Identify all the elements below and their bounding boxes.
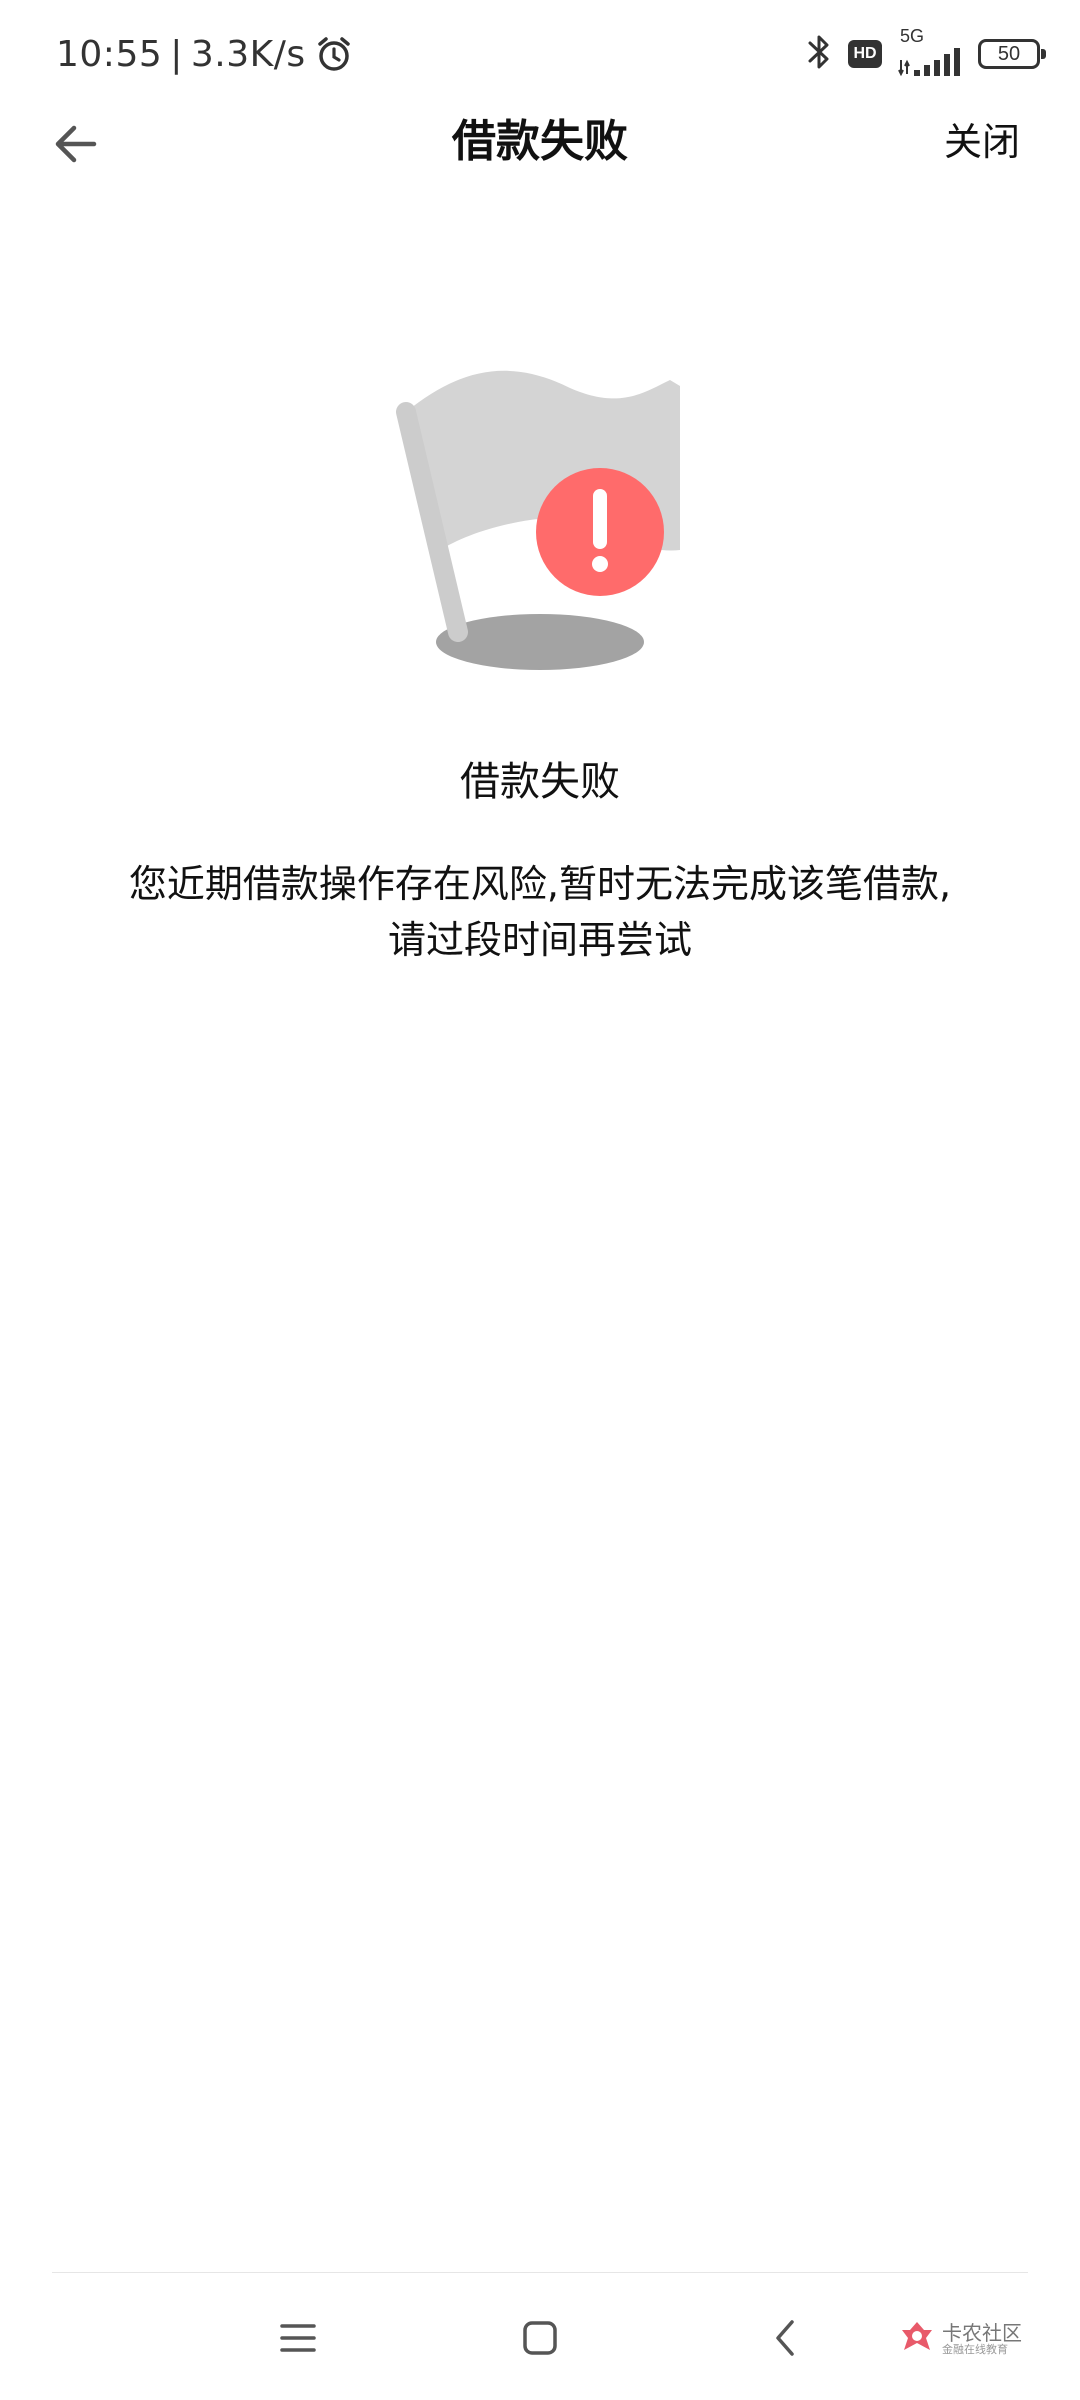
net-speed: 3.3K/s xyxy=(190,33,306,75)
status-left: 10:55 | 3.3K/s xyxy=(56,26,354,82)
battery-icon: 50 xyxy=(978,39,1046,69)
menu-button[interactable] xyxy=(266,2308,330,2372)
result-title: 借款失败 xyxy=(460,759,620,805)
status-time: 10:55 xyxy=(56,33,163,75)
battery-level: 50 xyxy=(997,42,1021,65)
system-back-button[interactable] xyxy=(754,2308,818,2372)
watermark: 卡农社区 金融在线教育 xyxy=(900,2320,1022,2358)
alarm-icon xyxy=(314,34,354,74)
result-message-line-1: 您近期借款操作存在风险,暂时无法完成该笔借款, xyxy=(128,862,952,906)
watermark-main: 卡农社区 xyxy=(942,2320,1022,2345)
system-nav-bar: 卡农社区 金融在线教育 xyxy=(0,2290,1080,2390)
bluetooth-icon xyxy=(806,32,832,76)
watermark-text: 卡农社区 金融在线教育 xyxy=(942,2320,1022,2356)
home-icon xyxy=(520,2318,560,2362)
status-right: HD 5G 50 xyxy=(806,26,1046,80)
back-icon xyxy=(766,2318,806,2362)
status-bar: 10:55 | 3.3K/s HD 5G 50 xyxy=(0,0,1080,100)
nav-bar: 借款失败 关闭 xyxy=(0,100,1080,184)
signal-icon: 5G xyxy=(898,26,962,78)
network-type: 5G xyxy=(900,26,925,46)
failure-flag-icon xyxy=(390,360,690,680)
watermark-logo-icon xyxy=(900,2320,934,2358)
hd-icon: HD xyxy=(848,40,882,68)
result-message: 您近期借款操作存在风险,暂时无法完成该笔借款, 请过段时间再尝试 xyxy=(80,856,1000,968)
home-button[interactable] xyxy=(508,2308,572,2372)
bottom-divider xyxy=(52,2272,1028,2273)
result-message-line-2: 请过段时间再尝试 xyxy=(387,918,692,962)
watermark-sub: 金融在线教育 xyxy=(942,2342,1008,2356)
status-separator: | xyxy=(170,33,183,75)
page-title: 借款失败 xyxy=(452,116,628,167)
close-button[interactable]: 关闭 xyxy=(944,108,1020,176)
menu-icon xyxy=(278,2318,318,2362)
